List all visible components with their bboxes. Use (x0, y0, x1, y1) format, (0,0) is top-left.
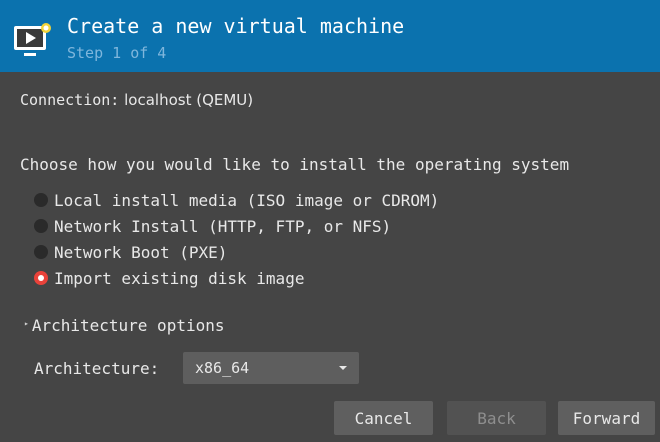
forward-button[interactable]: Forward (558, 401, 655, 435)
radio-button-checked[interactable] (34, 271, 48, 285)
wizard-step: Step 1 of 4 (67, 44, 167, 62)
connection-label: Connection: (20, 91, 120, 109)
connection-value: localhost (QEMU) (124, 91, 254, 109)
radio-button[interactable] (34, 219, 48, 233)
radio-button[interactable] (34, 193, 48, 207)
radio-network-boot[interactable]: Network Boot (PXE) (34, 241, 227, 263)
radio-network-install[interactable]: Network Install (HTTP, FTP, or NFS) (34, 215, 391, 237)
architecture-label: Architecture: (34, 359, 160, 378)
virtual-machine-screen-icon (14, 23, 51, 56)
radio-button[interactable] (34, 245, 48, 259)
radio-local-install[interactable]: Local install media (ISO image or CDROM) (34, 189, 439, 211)
radio-label: Import existing disk image (54, 268, 305, 288)
radio-label: Network Boot (PXE) (54, 242, 228, 262)
architecture-options-expander[interactable]: ▸ Architecture options (24, 316, 224, 335)
collapsed-arrow-icon: ▸ (24, 319, 29, 328)
chevron-down-icon (339, 366, 347, 370)
radio-import-disk[interactable]: Import existing disk image (34, 267, 304, 289)
wizard-header: Create a new virtual machine Step 1 of 4 (0, 0, 660, 72)
connection-info: Connection: localhost (QEMU) (20, 91, 253, 109)
architecture-dropdown[interactable]: x86_64 (183, 352, 359, 384)
radio-label: Local install media (ISO image or CDROM) (54, 190, 440, 210)
architecture-selected-value: x86_64 (195, 359, 250, 377)
radio-label: Network Install (HTTP, FTP, or NFS) (54, 216, 392, 236)
wizard-title: Create a new virtual machine (67, 14, 405, 38)
cancel-button[interactable]: Cancel (334, 401, 433, 435)
install-method-question: Choose how you would like to install the… (20, 155, 570, 174)
expander-label: Architecture options (31, 316, 225, 335)
back-button[interactable]: Back (447, 401, 546, 435)
